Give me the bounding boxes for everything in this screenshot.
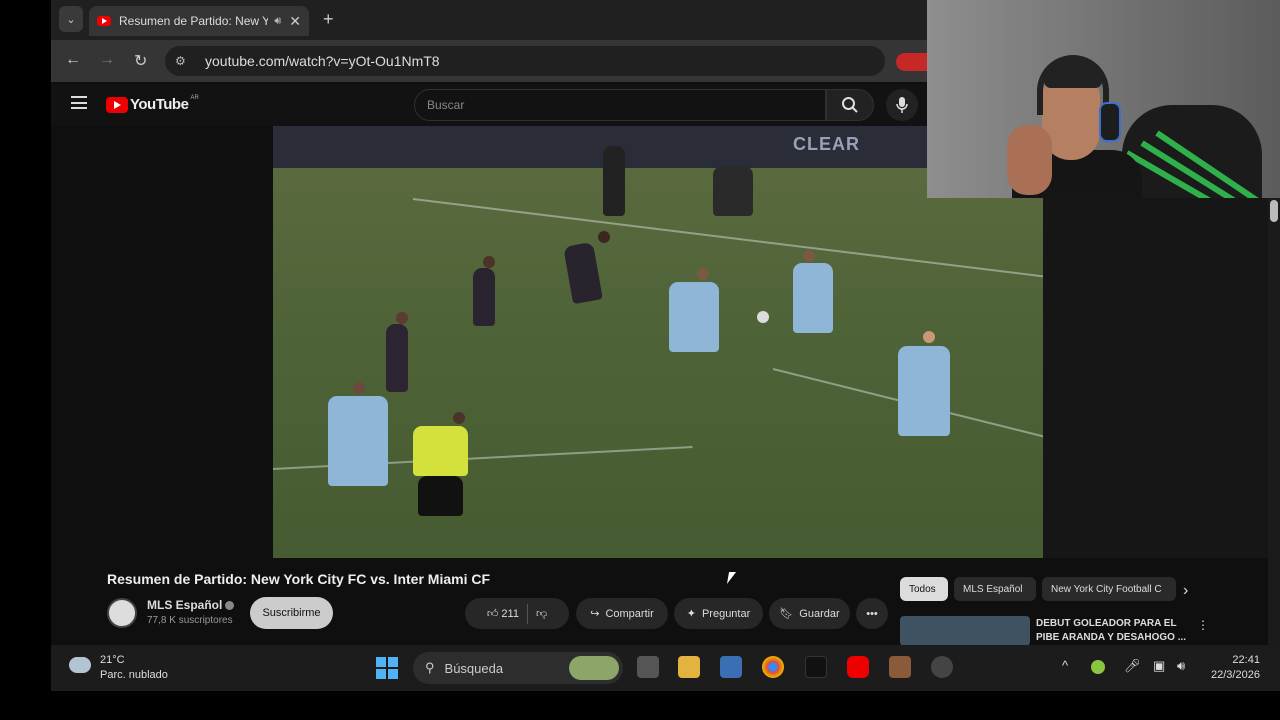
speaker-icon[interactable]: 🔊︎: [274, 15, 281, 28]
country-code: AR: [190, 94, 199, 101]
nycfc-player-55: [898, 346, 950, 436]
address-bar[interactable]: ⚙ youtube.com/watch?v=yOt-Ou1NmT8: [165, 46, 885, 76]
channel-name-text: MLS Español: [147, 598, 223, 612]
tray-app-icon[interactable]: [1091, 660, 1105, 674]
search-input[interactable]: Buscar: [414, 89, 826, 121]
official-figure: [603, 146, 625, 216]
microsoft-store-icon[interactable]: [720, 656, 742, 678]
gaming-chair: [1122, 105, 1262, 198]
browser-tab-strip: ⌄ Resumen de Partido: New Y 🔊︎ ✕ +: [51, 0, 927, 40]
recommendation-thumbnail[interactable]: [900, 616, 1030, 646]
new-tab-button[interactable]: +: [323, 9, 334, 30]
weather-description: Parc. nublado: [100, 669, 168, 681]
webcam-overlay: [927, 0, 1280, 198]
youtube-header: YouTube AR Buscar: [51, 84, 927, 126]
dislike-button[interactable]: 👎︎: [536, 607, 547, 620]
search-highlight-image: [569, 656, 619, 680]
soccer-ball: [757, 311, 769, 323]
share-button[interactable]: ↪ Compartir: [576, 598, 668, 629]
tiktok-icon[interactable]: [805, 656, 827, 678]
forward-arrow-icon[interactable]: →: [99, 51, 115, 69]
youtube-favicon-icon: [97, 16, 111, 26]
bookmark-icon: 🔖︎: [779, 608, 794, 620]
youtube-wordmark: YouTube: [130, 96, 189, 113]
referee-figure: [413, 426, 468, 476]
more-vertical-icon[interactable]: ⋮: [1197, 618, 1209, 632]
search-button[interactable]: [826, 89, 874, 121]
microphone-icon: [896, 97, 908, 113]
secondary-panel: [1043, 198, 1280, 558]
task-view-icon[interactable]: [637, 656, 659, 678]
taskbar-search[interactable]: ⚲ Búsqueda: [413, 652, 623, 684]
system-clock[interactable]: 22:41 22/3/2026: [1211, 653, 1260, 683]
site-settings-icon[interactable]: ⚙: [175, 54, 195, 68]
weather-widget[interactable]: 21°C Parc. nublado: [100, 653, 168, 683]
menu-icon[interactable]: [71, 96, 87, 109]
recording-app-icon[interactable]: [931, 656, 953, 678]
subscribe-button[interactable]: Suscribirme: [250, 597, 333, 629]
youtube-app-icon[interactable]: [847, 656, 869, 678]
microphone-icon[interactable]: 🎤︎: [1124, 658, 1141, 674]
chip-all[interactable]: Todos: [900, 577, 948, 601]
share-icon: ↪: [590, 608, 600, 620]
taskbar-search-label: Búsqueda: [444, 660, 504, 676]
voice-search-button[interactable]: [886, 89, 918, 121]
channel-name[interactable]: MLS Español: [147, 598, 235, 612]
ask-label: Preguntar: [701, 607, 751, 620]
stadium-ad-board: CLEAR: [793, 134, 860, 154]
tab-search-button[interactable]: ⌄: [59, 6, 83, 32]
save-button[interactable]: 🔖︎ Guardar: [769, 598, 850, 629]
back-arrow-icon[interactable]: ←: [65, 51, 81, 69]
like-count: 211: [501, 608, 519, 620]
sparkle-icon: ✦: [686, 608, 696, 620]
inter-miami-player: [473, 268, 495, 326]
recommendation-title[interactable]: DEBUT GOLEADOR PARA EL PIBE ARANDA Y DES…: [1036, 617, 1196, 645]
app-icon[interactable]: [889, 656, 911, 678]
tab-title: Resumen de Partido: New Y: [119, 14, 269, 28]
more-actions-button[interactable]: •••: [856, 598, 888, 629]
clock-date: 22/3/2026: [1211, 669, 1260, 681]
save-label: Guardar: [799, 607, 840, 620]
volume-icon[interactable]: 🔊︎: [1177, 658, 1185, 674]
like-dislike-group: 👍︎ 211 👎︎: [465, 598, 569, 629]
like-button[interactable]: 👍︎ 211: [487, 607, 519, 620]
windows-start-icon[interactable]: [376, 657, 398, 679]
file-explorer-icon[interactable]: [678, 656, 700, 678]
browser-tab[interactable]: Resumen de Partido: New Y 🔊︎ ✕: [89, 6, 309, 36]
cameraman-figure: [713, 166, 753, 216]
youtube-logo[interactable]: YouTube AR: [106, 94, 199, 113]
more-horizontal-icon: •••: [866, 607, 878, 620]
chevron-up-icon[interactable]: ^: [1062, 658, 1068, 673]
scrollbar-thumb[interactable]: [1270, 200, 1278, 222]
temperature: 21°C: [100, 654, 125, 666]
browser-toolbar: ← → ↻ ⚙ youtube.com/watch?v=yOt-Ou1NmT8: [51, 40, 936, 82]
url-text: youtube.com/watch?v=yOt-Ou1NmT8: [205, 53, 440, 69]
referee-shorts: [418, 476, 463, 516]
chip-nycfc[interactable]: New York City Football C: [1042, 577, 1176, 601]
cloud-icon: [69, 657, 91, 673]
chip-mls-espanol[interactable]: MLS Español: [954, 577, 1036, 601]
search-icon: [842, 97, 858, 113]
nycfc-player: [328, 396, 388, 486]
windows-taskbar: 21°C Parc. nublado ⚲ Búsqueda ^ 🎤︎ ▣ 🔊︎ …: [51, 645, 1280, 691]
ask-button[interactable]: ✦ Preguntar: [674, 598, 763, 629]
close-tab-button[interactable]: ✕: [289, 13, 301, 30]
channel-subscriber-count: 77,8 K suscriptores: [147, 615, 233, 626]
nycfc-player: [793, 263, 833, 333]
youtube-play-icon: [106, 96, 128, 113]
search-icon: ⚲: [425, 660, 435, 675]
network-icon[interactable]: ▣: [1153, 658, 1165, 674]
video-title: Resumen de Partido: New York City FC vs.…: [107, 571, 491, 587]
nycfc-player-21: [669, 282, 719, 352]
chrome-icon[interactable]: [762, 656, 784, 678]
share-label: Compartir: [605, 607, 654, 620]
clock-time: 22:41: [1232, 654, 1260, 666]
inter-miami-player: [386, 324, 408, 392]
channel-avatar[interactable]: [107, 598, 137, 628]
reload-icon[interactable]: ↻: [134, 51, 147, 71]
page-scrollbar[interactable]: [1268, 198, 1280, 645]
chevron-right-icon[interactable]: ›: [1183, 582, 1188, 600]
verified-icon: [225, 601, 235, 611]
